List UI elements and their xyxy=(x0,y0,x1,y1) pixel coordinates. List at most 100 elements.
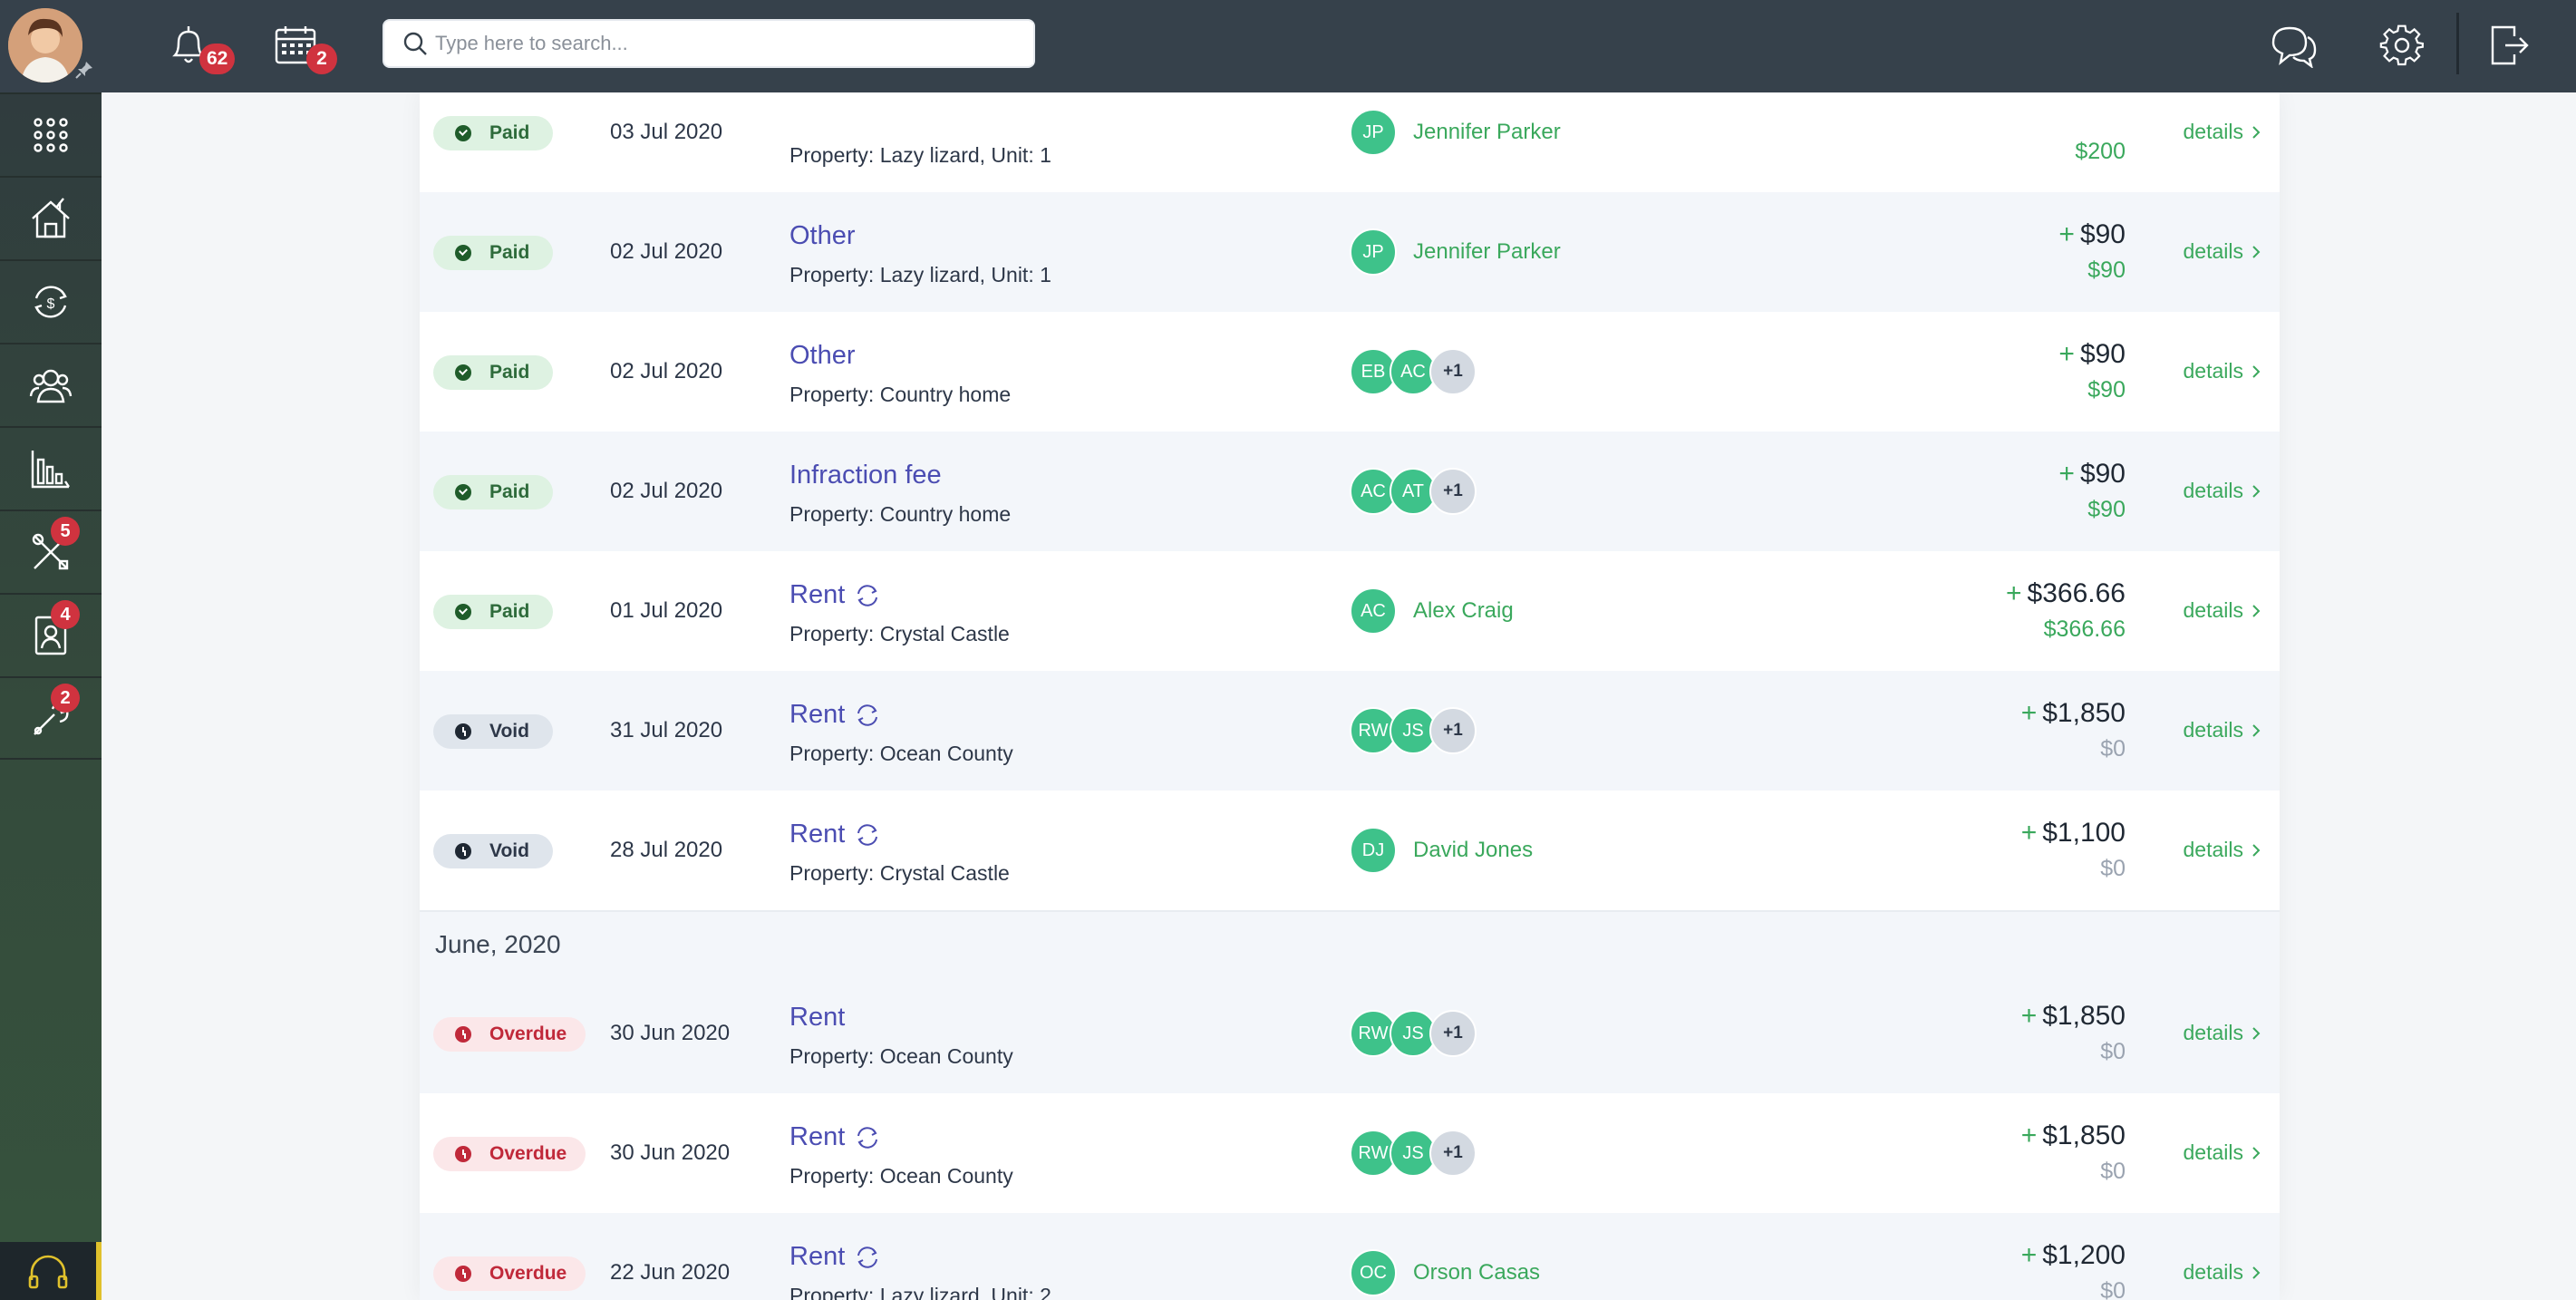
details-link[interactable]: details xyxy=(2184,1021,2261,1045)
details-link[interactable]: details xyxy=(2184,838,2261,862)
contacts-badge: 4 xyxy=(51,600,80,629)
person-name-link[interactable]: Jennifer Parker xyxy=(1413,239,1561,265)
details-link[interactable]: details xyxy=(2184,239,2261,264)
table-row[interactable]: Overdue 30 Jun 2020 Rent Property: Ocean Co… xyxy=(420,974,2280,1093)
gear-icon xyxy=(2379,24,2424,66)
transaction-title-link[interactable]: Rent xyxy=(789,580,881,610)
person-avatar[interactable]: OC xyxy=(1350,1249,1397,1296)
transaction-title[interactable]: Rent xyxy=(789,1122,845,1152)
details-link[interactable]: details xyxy=(2184,479,2261,503)
settings-button[interactable] xyxy=(2375,18,2429,73)
property-label: Property: Ocean County xyxy=(789,742,1013,765)
amount-value: $90 xyxy=(2079,459,2126,489)
sidebar-item-tools[interactable]: 2 xyxy=(0,676,102,760)
paid-amount: $90 xyxy=(2087,257,2126,283)
details-label: details xyxy=(2183,239,2243,263)
transaction-title[interactable]: Other xyxy=(789,221,856,251)
table-row[interactable]: Paid 02 Jul 2020 Other Property: Lazy lizar… xyxy=(420,192,2280,312)
table-row[interactable]: Overdue 30 Jun 2020 Rent Property: Ocean Co… xyxy=(420,1093,2280,1213)
status-icon xyxy=(455,723,471,740)
property-label: Property: Lazy lizard, Unit: 1 xyxy=(789,263,1051,286)
amount: + $366.66 xyxy=(2006,578,2126,609)
recurring-icon xyxy=(857,823,878,846)
person-name-link[interactable]: Alex Craig xyxy=(1413,598,1514,624)
more-people-avatar[interactable]: +1 xyxy=(1429,707,1477,754)
logout-button[interactable] xyxy=(2482,18,2536,73)
plus-sign: + xyxy=(2020,1240,2038,1270)
plus-sign: + xyxy=(2020,1121,2038,1150)
details-label: details xyxy=(2183,718,2243,742)
more-people-avatar[interactable]: +1 xyxy=(1429,1130,1477,1177)
status-label: Paid xyxy=(489,601,530,622)
details-link[interactable]: details xyxy=(2184,598,2261,623)
amount-cell: + $1,850 $0 xyxy=(2021,1121,2126,1185)
transaction-title[interactable]: Rent xyxy=(789,700,845,730)
sidebar-item-people[interactable] xyxy=(0,343,102,426)
details-link[interactable]: details xyxy=(2184,718,2261,742)
more-people-avatar[interactable]: +1 xyxy=(1429,1010,1477,1057)
details-link[interactable]: details xyxy=(2184,1260,2261,1285)
table-row[interactable]: Void 31 Jul 2020 Rent Property: Ocean Count… xyxy=(420,671,2280,791)
table-row[interactable]: Paid 02 Jul 2020 Other Property: Country ho… xyxy=(420,312,2280,432)
person-avatar[interactable]: JP xyxy=(1350,228,1397,276)
table-row[interactable]: Overdue 22 Jun 2020 Rent Property: Lazy liz… xyxy=(420,1213,2280,1300)
more-people-avatar[interactable]: +1 xyxy=(1429,468,1477,515)
profile-area xyxy=(0,0,102,92)
person-avatar[interactable]: DJ xyxy=(1350,827,1397,874)
svg-text:$: $ xyxy=(47,296,55,312)
sidebar-item-payments[interactable]: $ xyxy=(0,259,102,343)
details-link[interactable]: details xyxy=(2184,359,2261,383)
sidebar: $ 5 4 2 xyxy=(0,0,102,1300)
transaction-title-link[interactable]: Rent xyxy=(789,820,881,849)
search-input[interactable] xyxy=(435,23,1033,64)
chevron-right-icon xyxy=(2252,484,2261,498)
messages-button[interactable] xyxy=(2266,18,2320,73)
transaction-title[interactable]: Infraction fee xyxy=(789,461,942,490)
transaction-title-link[interactable]: Infraction fee xyxy=(789,461,942,490)
details-link[interactable]: details xyxy=(2184,1140,2261,1165)
status-badge: Paid xyxy=(433,236,553,270)
avatar[interactable] xyxy=(8,8,82,82)
calendar-button[interactable]: 2 xyxy=(268,18,337,74)
transaction-title-link[interactable]: Rent xyxy=(789,1122,881,1152)
transaction-title-link[interactable]: Other xyxy=(789,221,856,251)
property-label: Property: Ocean County xyxy=(789,1164,1013,1188)
transaction-title[interactable]: Rent xyxy=(789,580,845,610)
pin-icon[interactable] xyxy=(74,60,94,80)
sidebar-item-properties[interactable] xyxy=(0,176,102,259)
table-row[interactable]: Void 28 Jul 2020 Rent Property: Crystal Cas… xyxy=(420,791,2280,910)
transaction-title[interactable]: Rent xyxy=(789,1242,845,1272)
person-name-link[interactable]: Jennifer Parker xyxy=(1413,120,1561,145)
sidebar-item-apps[interactable] xyxy=(0,92,102,176)
amount: + $1,200 xyxy=(2021,1240,2126,1271)
support-button[interactable] xyxy=(0,1242,102,1300)
person-avatar[interactable]: AC xyxy=(1350,587,1397,635)
tenants: EB AC +1 xyxy=(1350,348,1477,395)
notifications-button[interactable]: 62 xyxy=(161,18,236,74)
chevron-right-icon xyxy=(2252,843,2261,857)
sidebar-item-reports[interactable] xyxy=(0,426,102,509)
more-people-avatar[interactable]: +1 xyxy=(1429,348,1477,395)
transaction-title-link[interactable]: Other xyxy=(789,341,856,371)
person-name-link[interactable]: Orson Casas xyxy=(1413,1260,1540,1285)
details-link[interactable]: details xyxy=(2184,120,2261,144)
transaction-title-link[interactable]: Rent xyxy=(789,1242,881,1272)
sidebar-item-maintenance[interactable]: 5 xyxy=(0,509,102,593)
amount-value: $90 xyxy=(2079,219,2126,249)
tenants: AC AT +1 xyxy=(1350,468,1477,515)
transaction-title[interactable]: Rent xyxy=(789,820,845,849)
table-row[interactable]: Paid 02 Jul 2020 Infraction fee Property: C… xyxy=(420,432,2280,551)
person-avatar[interactable]: JP xyxy=(1350,109,1397,156)
transaction-title-link[interactable]: Rent xyxy=(789,1003,845,1033)
reports-chart-icon xyxy=(31,451,70,489)
property-label: Property: Ocean County xyxy=(789,1044,1013,1068)
status-icon xyxy=(455,364,471,381)
details-label: details xyxy=(2183,1140,2243,1164)
person-name-link[interactable]: David Jones xyxy=(1413,838,1533,863)
transaction-title-link[interactable]: Rent xyxy=(789,700,881,730)
sidebar-item-contacts[interactable]: 4 xyxy=(0,593,102,676)
transaction-title[interactable]: Other xyxy=(789,341,856,371)
table-row[interactable]: Paid 01 Jul 2020 Rent Property: Crystal Cas… xyxy=(420,551,2280,671)
table-row[interactable]: Paid 03 Jul 2020 Property: Lazy lizard, Un… xyxy=(420,92,2280,192)
transaction-title[interactable]: Rent xyxy=(789,1003,845,1033)
